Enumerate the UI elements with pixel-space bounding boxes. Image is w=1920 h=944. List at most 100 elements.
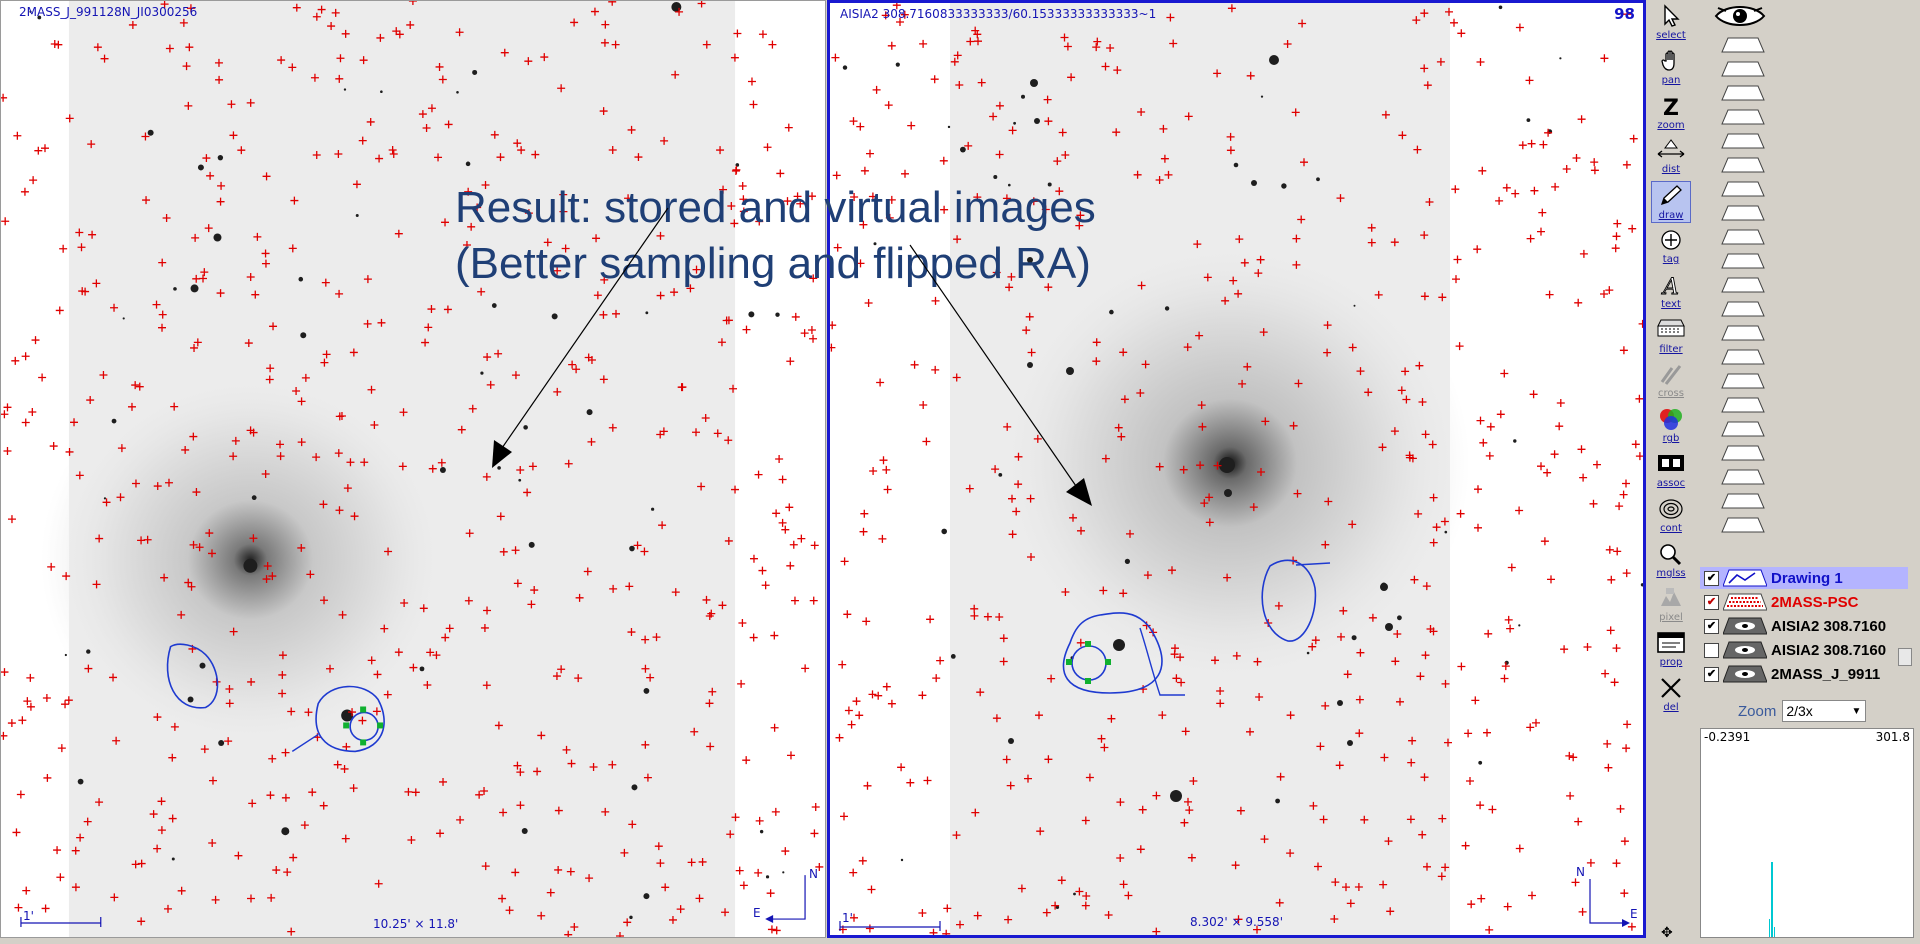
- empty-plane-slot[interactable]: [1720, 108, 1766, 126]
- empty-plane-slot[interactable]: [1720, 204, 1766, 222]
- empty-plane-slot[interactable]: [1720, 516, 1766, 534]
- star: [1030, 79, 1038, 87]
- empty-plane-slot[interactable]: [1720, 444, 1766, 462]
- plane-visibility-checkbox[interactable]: ✔: [1704, 570, 1719, 586]
- stack-scrollbar[interactable]: [1898, 648, 1912, 666]
- star: [1281, 183, 1287, 189]
- tool-label: draw: [1658, 210, 1684, 222]
- empty-plane-slot[interactable]: [1720, 276, 1766, 294]
- empty-plane-slot[interactable]: [1720, 468, 1766, 486]
- tool-mglss-button[interactable]: mglss: [1651, 540, 1691, 582]
- empty-plane-slot[interactable]: [1720, 228, 1766, 246]
- empty-plane-slot[interactable]: [1720, 132, 1766, 150]
- zoom-z-icon: Z: [1651, 94, 1691, 121]
- catalog-marker: [830, 321, 837, 330]
- empty-plane-slot[interactable]: [1720, 300, 1766, 318]
- tool-draw-button[interactable]: draw: [1651, 181, 1691, 224]
- empty-plane-slot[interactable]: [1720, 492, 1766, 510]
- plane-visibility-checkbox[interactable]: ✔: [1704, 618, 1719, 634]
- catalog-marker: [843, 610, 852, 619]
- catalog-marker: [1518, 141, 1527, 150]
- tool-prop-button[interactable]: prop: [1651, 629, 1691, 671]
- zoom-select[interactable]: 2/3x ▼: [1782, 700, 1867, 722]
- sky-image-right[interactable]: [830, 3, 1643, 935]
- plane-row[interactable]: ✔ AISIA2 308.7160: [1700, 615, 1908, 637]
- empty-plane-slot[interactable]: [1720, 156, 1766, 174]
- empty-plane-slot[interactable]: [1720, 36, 1766, 54]
- plane-visibility-checkbox[interactable]: ✔: [1704, 594, 1719, 610]
- star: [947, 125, 951, 129]
- catalog-marker: [939, 156, 948, 165]
- catalog-marker: [1545, 290, 1554, 299]
- catalog-marker: [1590, 158, 1599, 167]
- tool-tag-button[interactable]: tag: [1651, 226, 1691, 268]
- pixel-histogram[interactable]: -0.2391 301.8: [1700, 728, 1914, 938]
- star: [171, 857, 175, 861]
- tool-text-button[interactable]: Atext: [1651, 271, 1691, 313]
- star: [643, 893, 650, 900]
- tool-dist-button[interactable]: dist: [1651, 136, 1691, 178]
- star: [218, 740, 225, 747]
- star: [900, 858, 904, 862]
- empty-plane-slot[interactable]: [1720, 396, 1766, 414]
- catalog-marker: [1578, 907, 1587, 916]
- rgb-icon: [1651, 407, 1691, 433]
- tool-cont-button[interactable]: cont: [1651, 495, 1691, 537]
- star: [419, 666, 425, 672]
- catalog-marker: [1579, 249, 1588, 258]
- catalog-marker: [1526, 234, 1535, 243]
- compass-north-right: N: [1576, 865, 1585, 879]
- film-icon: [1651, 452, 1691, 478]
- catalog-marker: [849, 117, 858, 126]
- resize-handle-icon[interactable]: ✥: [1661, 925, 1673, 941]
- empty-plane-slot[interactable]: [1720, 348, 1766, 366]
- plane-row[interactable]: AISIA2 308.7160: [1700, 639, 1908, 661]
- catalog-marker: [1611, 244, 1620, 253]
- catalog-marker: [1543, 468, 1552, 477]
- plane-name: Drawing 1: [1771, 569, 1843, 587]
- eye-icon[interactable]: [1714, 2, 1766, 34]
- catalog-marker: [1532, 718, 1540, 727]
- catalog-marker: [883, 485, 892, 494]
- catalog-marker: [918, 691, 927, 700]
- star: [1233, 162, 1239, 168]
- tool-rgb-button[interactable]: rgb: [1651, 405, 1691, 447]
- star: [759, 829, 764, 834]
- star: [465, 161, 471, 167]
- tool-zoom-button[interactable]: Zzoom: [1651, 92, 1691, 134]
- catalog-marker: [863, 781, 872, 790]
- empty-plane-slot[interactable]: [1720, 420, 1766, 438]
- star: [300, 332, 307, 339]
- tool-filter-button[interactable]: filter: [1651, 316, 1691, 358]
- empty-plane-slot[interactable]: [1720, 180, 1766, 198]
- image-view-right[interactable]: AISIA2 308.7160833333333/60.153333333333…: [827, 0, 1646, 938]
- tool-pan-button[interactable]: pan: [1651, 47, 1691, 89]
- sky-image-left[interactable]: [1, 1, 825, 937]
- catalog-marker: [1612, 644, 1621, 653]
- tool-del-button[interactable]: del: [1651, 674, 1691, 716]
- empty-plane-slot[interactable]: [1720, 84, 1766, 102]
- plane-visibility-checkbox[interactable]: [1704, 642, 1719, 658]
- catalog-marker: [840, 557, 849, 566]
- empty-plane-slot[interactable]: [1720, 372, 1766, 390]
- star: [775, 312, 780, 317]
- tool-select-button[interactable]: select: [1651, 2, 1691, 44]
- catalog-marker: [1453, 255, 1462, 264]
- plane-row[interactable]: ✔ Drawing 1: [1700, 567, 1908, 589]
- magnifier-icon: [1651, 542, 1691, 568]
- tool-label: zoom: [1657, 119, 1685, 131]
- tool-pixel-button: pixel: [1651, 584, 1691, 626]
- empty-plane-slot[interactable]: [1720, 60, 1766, 78]
- plane-row[interactable]: ✔ 2MASS-PSC: [1700, 591, 1908, 613]
- catalog-marker: [859, 220, 868, 229]
- plane-visibility-checkbox[interactable]: ✔: [1704, 666, 1719, 682]
- image-view-left[interactable]: 2MASS_J_991128N_JI0300256 1' 10.25' × 11…: [0, 0, 826, 938]
- catalog-marker: [1540, 537, 1549, 546]
- catalog-marker: [1638, 319, 1643, 328]
- catalog-marker: [840, 812, 848, 821]
- empty-plane-slot[interactable]: [1720, 324, 1766, 342]
- empty-plane-slot[interactable]: [1720, 252, 1766, 270]
- tool-assoc-button[interactable]: assoc: [1651, 450, 1691, 492]
- catalog-marker: [1529, 390, 1538, 399]
- plane-row[interactable]: ✔ 2MASS_J_9911: [1700, 663, 1908, 685]
